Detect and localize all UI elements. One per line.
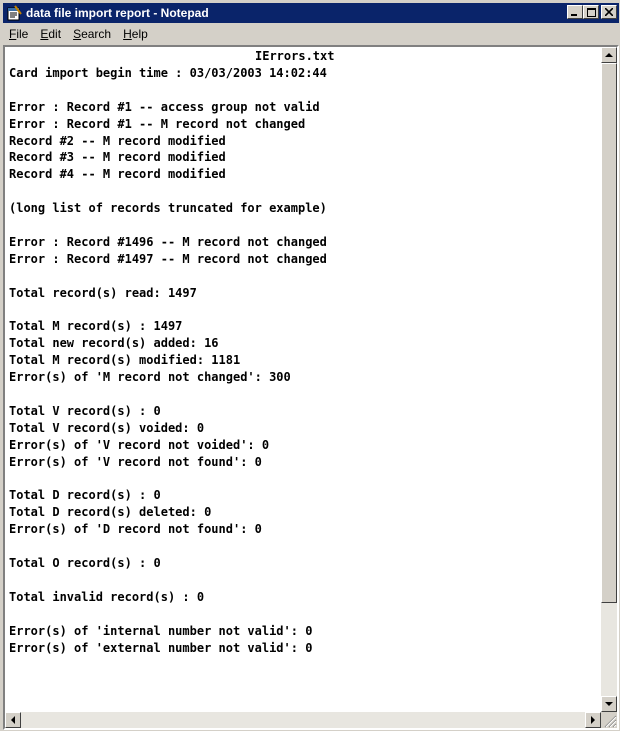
text-line: Error(s) of 'internal number not valid':… xyxy=(9,623,313,638)
text-line: Error(s) of 'D record not found': 0 xyxy=(9,522,262,537)
text-line: Error : Record #1496 -- M record not cha… xyxy=(9,234,327,249)
maximize-icon xyxy=(586,7,596,17)
text-line xyxy=(9,183,601,200)
close-button[interactable] xyxy=(601,5,617,19)
text-line xyxy=(9,606,601,623)
text-line: Total new record(s) added: 16 xyxy=(9,336,219,351)
text-line xyxy=(9,471,601,488)
horizontal-scrollbar[interactable] xyxy=(5,712,601,728)
text-line: Card import begin time : 03/03/2003 14:0… xyxy=(9,65,327,80)
text-line: Error(s) of 'M record not changed': 300 xyxy=(9,370,291,385)
text-line: Error : Record #1 -- M record not change… xyxy=(9,116,306,131)
menu-edit[interactable]: Edit xyxy=(34,27,67,41)
arrow-left-icon xyxy=(11,716,15,724)
text-line xyxy=(9,572,601,589)
notepad-window: data file import report - Notepad File E… xyxy=(0,0,620,731)
title-buttons xyxy=(567,5,617,19)
minimize-button[interactable] xyxy=(567,5,583,19)
menu-file[interactable]: File xyxy=(3,27,34,41)
menu-file-label: ile xyxy=(16,26,29,41)
text-line: Total O record(s) : 0 xyxy=(9,556,161,571)
text-line: Record #4 -- M record modified xyxy=(9,167,226,182)
maximize-button[interactable] xyxy=(583,5,599,19)
text-line xyxy=(9,538,601,555)
text-line: Error(s) of 'V record not voided': 0 xyxy=(9,437,270,452)
text-line: Total D record(s) : 0 xyxy=(9,488,161,503)
scroll-up-button[interactable] xyxy=(601,47,617,63)
resize-grip-icon xyxy=(604,715,617,728)
text-line: Error(s) of 'external number not valid':… xyxy=(9,640,313,655)
vertical-scrollbar[interactable] xyxy=(601,47,617,712)
menu-search[interactable]: Search xyxy=(67,27,117,41)
arrow-right-icon xyxy=(591,716,595,724)
text-line: Error : Record #1497 -- M record not cha… xyxy=(9,251,327,266)
scroll-right-button[interactable] xyxy=(585,712,601,728)
notepad-icon xyxy=(7,5,22,21)
text-line: Total record(s) read: 1497 xyxy=(9,285,197,300)
document-text[interactable]: IErrors.txt Card import begin time : 03/0… xyxy=(9,48,601,711)
menu-search-label: earch xyxy=(81,26,112,41)
close-icon xyxy=(605,8,613,16)
document-heading: IErrors.txt xyxy=(255,49,335,63)
arrow-down-icon xyxy=(605,702,613,706)
title-bar[interactable]: data file import report - Notepad xyxy=(3,3,619,23)
text-line: Total invalid record(s) : 0 xyxy=(9,589,205,604)
menu-search-accel: S xyxy=(73,26,82,41)
scroll-left-button[interactable] xyxy=(5,712,21,728)
window-title: data file import report - Notepad xyxy=(26,6,209,20)
text-line xyxy=(9,302,601,319)
menu-help[interactable]: Help xyxy=(117,27,154,41)
menu-help-label: elp xyxy=(131,26,148,41)
menu-bar: File Edit Search Help xyxy=(3,24,619,43)
text-line: (long list of records truncated for exam… xyxy=(9,201,327,216)
text-line xyxy=(9,82,601,99)
menu-edit-label: dit xyxy=(48,26,62,41)
text-line: Total V record(s) : 0 xyxy=(9,403,161,418)
arrow-up-icon xyxy=(605,53,613,57)
resize-grip[interactable] xyxy=(601,712,617,728)
text-line: Error : Record #1 -- access group not va… xyxy=(9,99,320,114)
text-line: Record #2 -- M record modified xyxy=(9,133,226,148)
text-line xyxy=(9,386,601,403)
text-line: Total M record(s) modified: 1181 xyxy=(9,353,241,368)
minimize-icon xyxy=(571,14,577,16)
vertical-scroll-thumb[interactable] xyxy=(601,63,617,603)
text-line: Total M record(s) : 1497 xyxy=(9,319,183,334)
scroll-down-button[interactable] xyxy=(601,696,617,712)
text-line: Total D record(s) deleted: 0 xyxy=(9,505,212,520)
text-line: Total V record(s) voided: 0 xyxy=(9,420,205,435)
text-line xyxy=(9,268,601,285)
text-editor[interactable]: IErrors.txt Card import begin time : 03/0… xyxy=(3,45,619,730)
text-line xyxy=(9,217,601,234)
menu-help-accel: H xyxy=(123,26,132,41)
text-line: Error(s) of 'V record not found': 0 xyxy=(9,454,262,469)
text-line: Record #3 -- M record modified xyxy=(9,150,226,165)
